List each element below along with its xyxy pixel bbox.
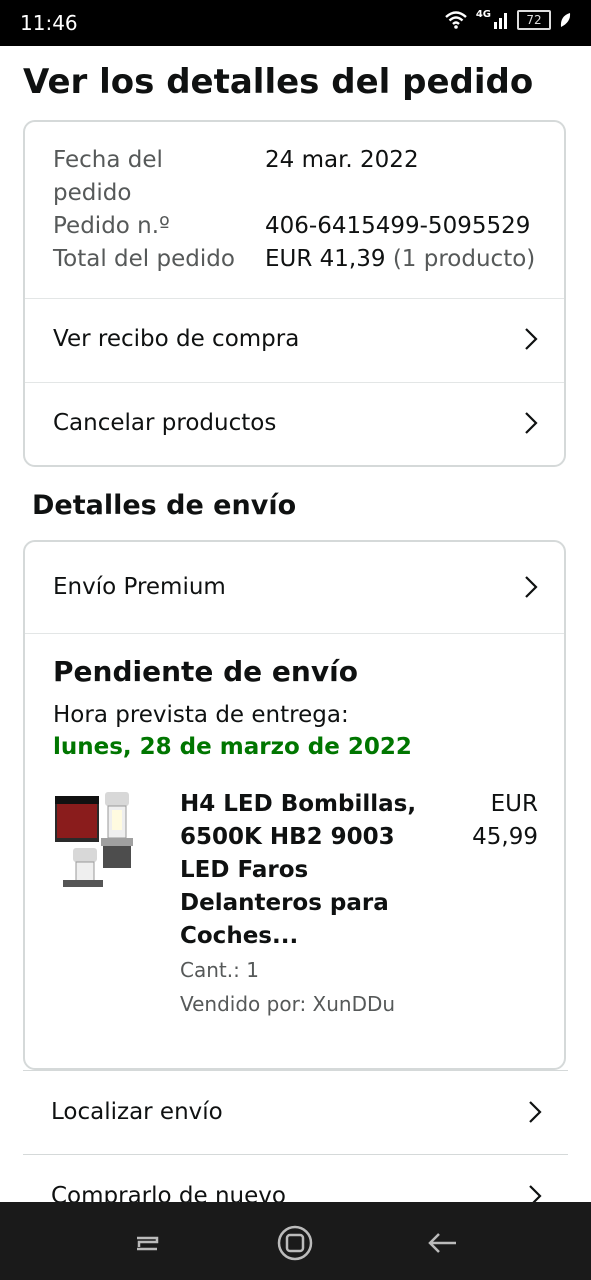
product-quantity: Cant.: 1 [180,958,259,982]
cancel-products-label: Cancelar productos [53,410,277,436]
led-bulb-product-icon[interactable] [53,790,145,890]
premium-shipping-link[interactable]: Envío Premium [25,542,564,632]
order-total-count: (1 producto) [392,246,536,272]
product-seller: Vendido por: XunDDu [180,992,396,1016]
product-title-line: 6500K HB2 9003 [180,824,395,850]
battery-icon: 72 [517,10,551,30]
wifi-icon [445,11,467,29]
price-currency: EUR [490,791,538,817]
order-date-value: 24 mar. 2022 [265,147,419,173]
network-type: 4G [475,8,491,20]
chevron-right-icon [525,412,538,434]
system-navigation-bar [0,1202,591,1280]
status-time: 11:46 [20,11,78,35]
shipping-card: Envío Premium Pendiente de envío Hora pr… [23,540,566,1070]
order-number-label: Pedido n.º [53,213,170,239]
chevron-right-icon [525,328,538,350]
price-amount: 45,99 [472,824,538,850]
cancel-products-link[interactable]: Cancelar productos [25,382,564,464]
home-icon[interactable] [272,1220,318,1266]
status-bar: 11:46 4G 72 [0,0,591,46]
shipping-section-title: Detalles de envío [32,490,297,521]
page-title: Ver los detalles del pedido [23,62,534,102]
product-title-line: Coches... [180,923,299,949]
divider [25,633,564,634]
view-receipt-link[interactable]: Ver recibo de compra [25,298,564,380]
order-date-label: Fecha del pedido [53,147,163,206]
order-summary-card: Fecha del pedido 24 mar. 2022 Pedido n.º… [23,120,566,467]
chevron-right-icon [529,1101,542,1123]
order-number-value: 406-6415499-5095529 [265,213,531,239]
chevron-right-icon [525,576,538,598]
order-total-value: EUR 41,39 (1 producto) [265,243,535,276]
signal-icon [494,13,507,29]
product-title-line: LED Faros [180,857,309,883]
order-total-label: Total del pedido [53,246,235,272]
view-receipt-label: Ver recibo de compra [53,326,300,352]
product-title-line: H4 LED Bombillas, [180,791,417,817]
track-shipment-link[interactable]: Localizar envío [23,1070,568,1153]
product-price: EUR 45,99 [472,788,538,854]
eta-date: lunes, 28 de marzo de 2022 [53,734,412,760]
track-shipment-label: Localizar envío [51,1099,223,1125]
back-icon[interactable] [420,1220,466,1266]
product-title-line: Delanteros para [180,890,389,916]
recent-apps-icon[interactable] [125,1220,171,1266]
shipment-status: Pendiente de envío [53,655,358,688]
order-total-amount: EUR 41,39 [265,246,386,272]
leaf-icon [560,13,571,27]
eta-label: Hora prevista de entrega: [53,702,349,728]
product-title[interactable]: H4 LED Bombillas, 6500K HB2 9003 LED Far… [180,788,420,953]
status-icons: 4G 72 [444,8,571,30]
premium-shipping-label: Envío Premium [53,574,226,600]
